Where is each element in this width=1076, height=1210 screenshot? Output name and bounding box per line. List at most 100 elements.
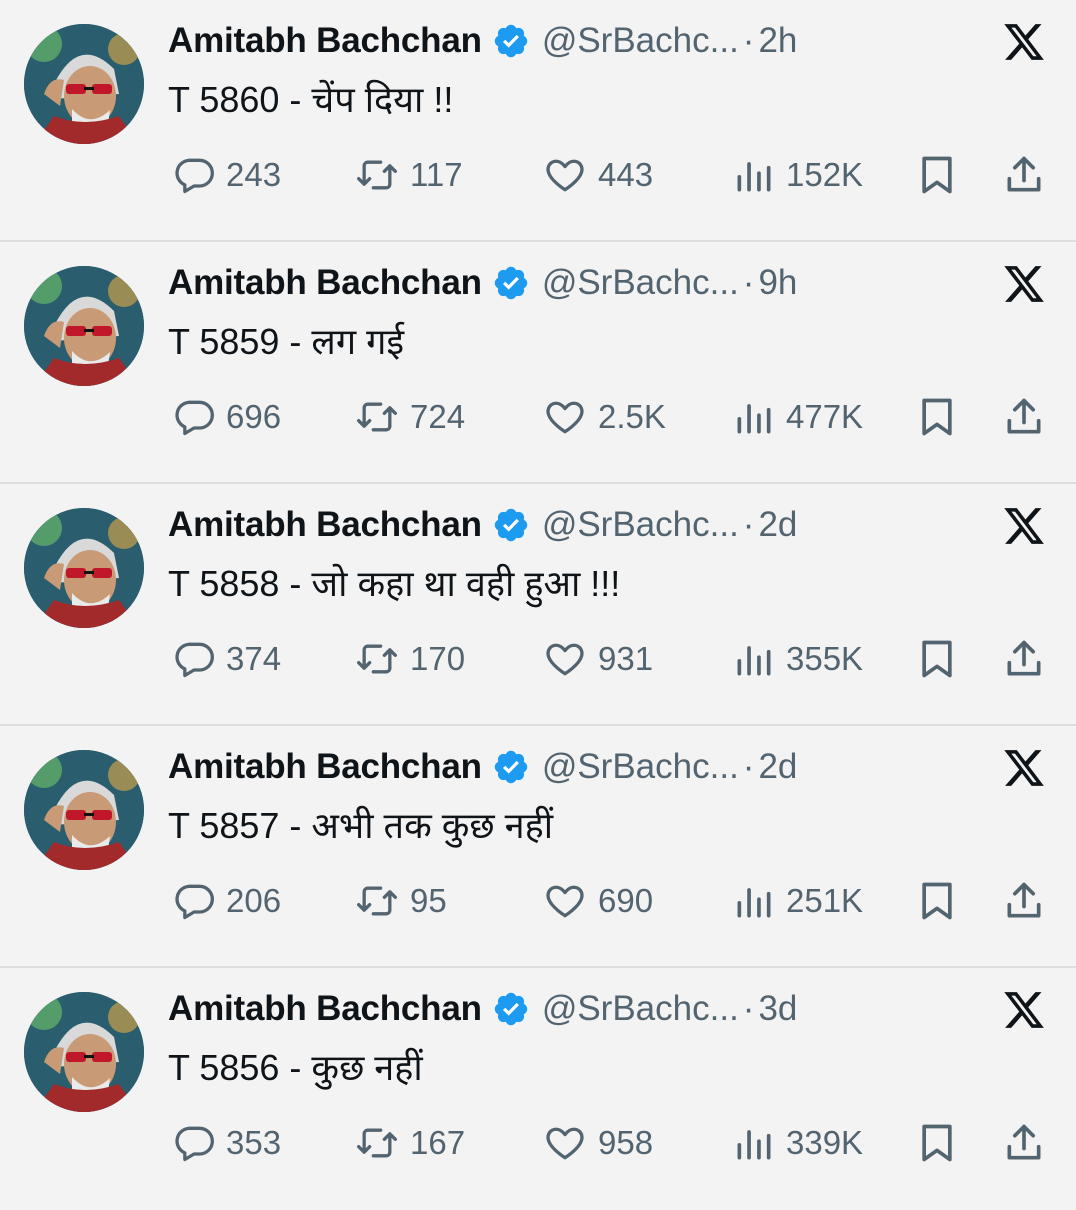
- views-button[interactable]: 477K: [732, 392, 863, 442]
- avatar[interactable]: [24, 266, 144, 386]
- views-button[interactable]: 355K: [732, 634, 863, 684]
- reply-button[interactable]: 353: [172, 1118, 281, 1168]
- views-button[interactable]: 251K: [732, 876, 863, 926]
- heart-icon: [546, 1127, 584, 1160]
- bookmark-button[interactable]: [915, 634, 969, 684]
- tweet-card[interactable]: Amitabh Bachchan @SrBachc... · 3d T 5856…: [0, 968, 1076, 1210]
- timestamp[interactable]: 2d: [758, 747, 797, 787]
- like-button[interactable]: 931: [542, 634, 653, 684]
- tweet-actions: 243 117 443 152K: [0, 150, 1076, 200]
- tweet-header: Amitabh Bachchan @SrBachc... · 9h: [168, 260, 797, 306]
- author-handle[interactable]: @SrBachc...: [542, 21, 739, 61]
- tweet-actions: 374 170 931 355K: [0, 634, 1076, 684]
- avatar[interactable]: [24, 24, 144, 144]
- view-count: 355K: [786, 640, 864, 677]
- timestamp[interactable]: 2d: [758, 505, 797, 545]
- tweet-card[interactable]: Amitabh Bachchan @SrBachc... · 2d T 5857…: [0, 726, 1076, 968]
- reply-button[interactable]: 243: [172, 150, 281, 200]
- retweet-button[interactable]: 117: [354, 150, 463, 200]
- tweet-card[interactable]: Amitabh Bachchan @SrBachc... · 2h T 5860…: [0, 0, 1076, 242]
- retweet-count: 724: [410, 398, 466, 435]
- tweet-card[interactable]: Amitabh Bachchan @SrBachc... · 2d T 5858…: [0, 484, 1076, 726]
- view-count: 152K: [786, 156, 864, 193]
- share-icon: [1007, 882, 1041, 918]
- x-logo-icon: [1004, 508, 1044, 544]
- views-button[interactable]: 339K: [732, 1118, 863, 1168]
- reply-button[interactable]: 696: [172, 392, 281, 442]
- views-button[interactable]: 152K: [732, 150, 863, 200]
- heart-icon: [546, 159, 584, 192]
- reply-icon: [175, 642, 214, 678]
- like-count: 443: [598, 156, 654, 193]
- author-handle[interactable]: @SrBachc...: [542, 263, 739, 303]
- tweet-card[interactable]: Amitabh Bachchan @SrBachc... · 9h T 5859…: [0, 242, 1076, 484]
- x-logo-icon: [1004, 24, 1044, 60]
- reply-count: 206: [226, 882, 282, 919]
- avatar[interactable]: [24, 750, 144, 870]
- tweet-text: T 5860 - चेंप दिया !!: [168, 79, 454, 120]
- tweet-header: Amitabh Bachchan @SrBachc... · 3d: [168, 986, 797, 1032]
- separator-dot: ·: [742, 505, 755, 544]
- reply-icon: [175, 884, 214, 920]
- reply-icon: [175, 400, 214, 436]
- bookmark-button[interactable]: [915, 150, 969, 200]
- tweet-header: Amitabh Bachchan @SrBachc... · 2d: [168, 744, 797, 790]
- tweet-actions: 696 724 2.5K 477K: [0, 392, 1076, 442]
- author-name[interactable]: Amitabh Bachchan: [168, 263, 482, 303]
- retweet-button[interactable]: 724: [354, 392, 465, 442]
- author-name[interactable]: Amitabh Bachchan: [168, 505, 482, 545]
- retweet-button[interactable]: 170: [354, 634, 465, 684]
- bookmark-button[interactable]: [915, 876, 969, 926]
- share-button[interactable]: [1002, 392, 1056, 442]
- like-button[interactable]: 2.5K: [542, 392, 666, 442]
- bookmark-icon: [922, 398, 952, 436]
- retweet-button[interactable]: 167: [354, 1118, 465, 1168]
- verified-badge-icon: [494, 24, 528, 58]
- views-chart-icon: [737, 1130, 771, 1160]
- like-button[interactable]: 443: [542, 150, 653, 200]
- bookmark-icon: [922, 882, 952, 920]
- view-count: 477K: [786, 398, 864, 435]
- avatar-image: [24, 24, 144, 144]
- share-button[interactable]: [1002, 634, 1056, 684]
- share-button[interactable]: [1002, 150, 1056, 200]
- retweet-count: 117: [410, 156, 463, 193]
- author-name[interactable]: Amitabh Bachchan: [168, 21, 482, 61]
- heart-icon: [546, 885, 584, 918]
- like-button[interactable]: 958: [542, 1118, 653, 1168]
- reply-count: 353: [226, 1124, 282, 1161]
- author-handle[interactable]: @SrBachc...: [542, 505, 739, 545]
- retweet-count: 170: [410, 640, 466, 677]
- avatar[interactable]: [24, 992, 144, 1112]
- author-handle[interactable]: @SrBachc...: [542, 747, 739, 787]
- like-count: 690: [598, 882, 654, 919]
- retweet-count: 167: [410, 1124, 466, 1161]
- author-name[interactable]: Amitabh Bachchan: [168, 989, 482, 1029]
- avatar[interactable]: [24, 508, 144, 628]
- reply-count: 696: [226, 398, 282, 435]
- reply-count: 243: [226, 156, 282, 193]
- timestamp[interactable]: 9h: [758, 263, 797, 303]
- share-button[interactable]: [1002, 876, 1056, 926]
- bookmark-button[interactable]: [915, 392, 969, 442]
- avatar-image: [24, 266, 144, 386]
- timestamp[interactable]: 3d: [758, 989, 797, 1029]
- views-chart-icon: [737, 404, 771, 434]
- tweet-text: T 5859 - लग गई: [168, 321, 405, 362]
- retweet-button[interactable]: 95: [354, 876, 447, 926]
- share-button[interactable]: [1002, 1118, 1056, 1168]
- verified-badge-icon: [494, 266, 528, 300]
- timestamp[interactable]: 2h: [758, 21, 797, 61]
- x-logo-icon: [1004, 992, 1044, 1028]
- bookmark-button[interactable]: [915, 1118, 969, 1168]
- author-handle[interactable]: @SrBachc...: [542, 989, 739, 1029]
- reply-button[interactable]: 206: [172, 876, 281, 926]
- verified-badge-icon: [494, 508, 528, 542]
- retweet-icon: [357, 886, 397, 916]
- reply-count: 374: [226, 640, 282, 677]
- author-name[interactable]: Amitabh Bachchan: [168, 747, 482, 787]
- avatar-image: [24, 508, 144, 628]
- retweet-icon: [357, 1128, 397, 1158]
- like-button[interactable]: 690: [542, 876, 653, 926]
- reply-button[interactable]: 374: [172, 634, 281, 684]
